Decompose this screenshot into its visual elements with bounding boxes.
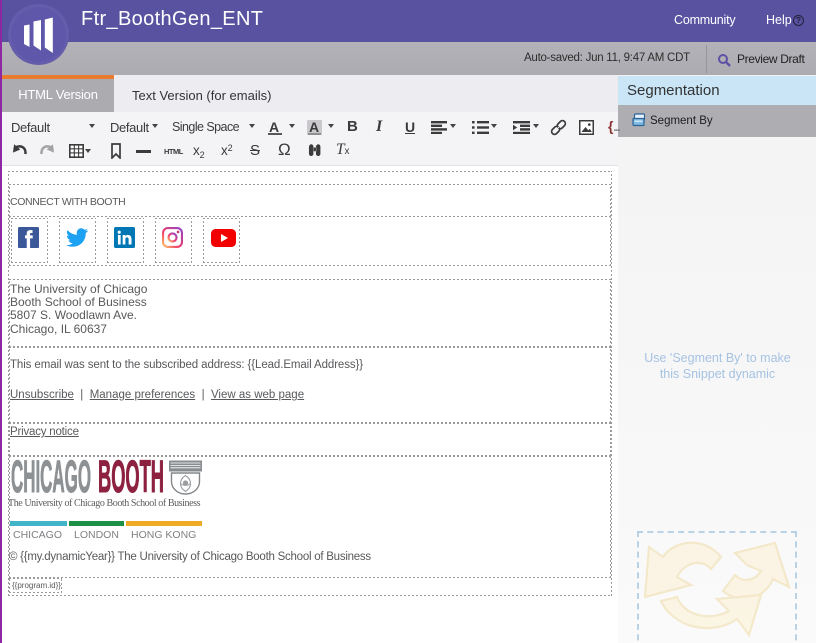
svg-text:CHICAGO: CHICAGO <box>11 459 91 495</box>
svg-text:BOOTH: BOOTH <box>98 459 164 495</box>
